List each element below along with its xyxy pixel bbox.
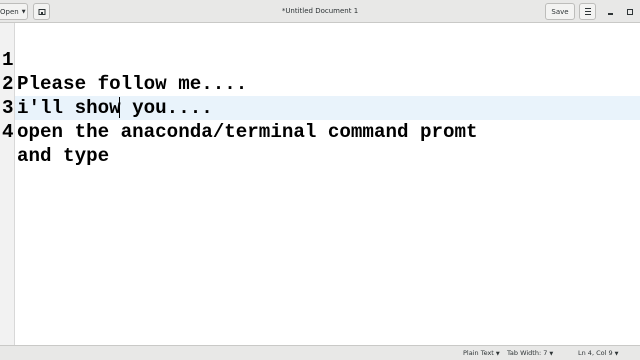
tab-width-label: Tab Width: 7 [507,349,548,357]
menu-button[interactable] [579,3,596,20]
maximize-button[interactable] [621,3,638,20]
text-editor-window: Open ▼ *Untitled Document 1 Save 1 Pleas… [0,0,640,360]
editor-line[interactable]: 2 i'll show you.... [0,48,213,119]
new-document-button[interactable] [33,3,50,20]
line-number: 4 [2,121,14,143]
language-selector[interactable]: Plain Text ▼ [463,346,500,360]
open-button[interactable]: Open ▼ [0,3,28,20]
chevron-down-icon: ▼ [495,351,500,357]
minimize-button[interactable] [602,3,619,20]
maximize-icon [626,8,633,15]
status-bar: Plain Text ▼ Tab Width: 7 ▼ Ln 4, Col 9 ▼ [0,345,640,360]
line-text[interactable]: and type [17,144,109,168]
header-bar: Open ▼ *Untitled Document 1 Save [0,0,640,23]
hamburger-menu-icon [584,8,591,15]
save-button[interactable]: Save [545,3,575,20]
text-cursor [119,97,120,118]
new-tab-icon [38,8,45,15]
window-title: *Untitled Document 1 [281,7,359,15]
language-label: Plain Text [463,349,494,357]
open-button-label: Open [0,7,19,16]
chevron-down-icon: ▼ [614,351,619,357]
editor-line[interactable]: 1 Please follow me.... [0,24,247,95]
line-text[interactable]: open the anaconda/terminal command promt [17,120,478,144]
tab-width-selector[interactable]: Tab Width: 7 ▼ [507,346,553,360]
minimize-icon [608,13,613,15]
cursor-position-label: Ln 4, Col 9 [578,349,613,357]
text-editor-area[interactable]: 1 Please follow me.... 2 i'll show you..… [0,23,640,345]
editor-line[interactable]: 4 and type [0,96,109,167]
editor-line[interactable]: 3 open the anaconda/terminal command pro… [0,72,478,143]
cursor-position-selector[interactable]: Ln 4, Col 9 ▼ [578,346,618,360]
chevron-down-icon: ▼ [21,8,26,15]
chevron-down-icon: ▼ [549,351,554,357]
